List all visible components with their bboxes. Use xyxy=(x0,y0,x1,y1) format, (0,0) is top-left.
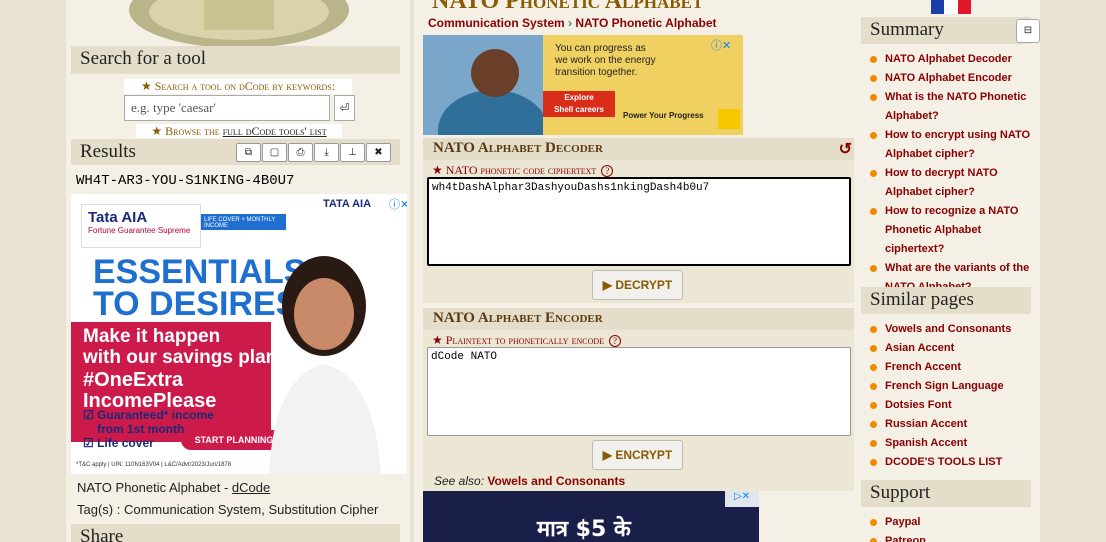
support-list: Paypal Patreon xyxy=(870,513,1038,542)
download-icon[interactable]: ⤓ xyxy=(314,143,339,162)
support-item-patreon[interactable]: Patreon xyxy=(870,532,1038,542)
search-keywords-label: ★ Search a tool on dCode by keywords: xyxy=(124,79,352,94)
search-submit-button[interactable]: ⏎ xyxy=(334,95,355,121)
right-sidebar: Summary ⊟ NATO Alphabet Decoder NATO Alp… xyxy=(858,0,1040,542)
advertisement-tata-aia[interactable]: Tata AIA Fortune Guarantee Supreme LIFE … xyxy=(71,194,407,474)
advertisement-bottom[interactable]: मात्र $5 के ▷✕ xyxy=(423,491,759,542)
main-content: NATO Phonetic Alphabet Communication Sys… xyxy=(414,0,858,542)
ad-hashtag: #OneExtra xyxy=(83,369,184,391)
see-also-link[interactable]: Vowels and Consonants xyxy=(487,474,625,488)
credit-line: NATO Phonetic Alphabet - dCode xyxy=(77,480,271,495)
tags-line: Tag(s) : Communication System, Substitut… xyxy=(77,502,379,517)
ad-fineprint: *T&C apply | UIN: 110N163V04 | L&C/Advt/… xyxy=(76,462,232,468)
summary-item[interactable]: What is the NATO Phonetic Alphabet? xyxy=(870,88,1038,126)
similar-item[interactable]: French Accent xyxy=(870,358,1038,377)
similar-item[interactable]: Vowels and Consonants xyxy=(870,320,1038,339)
decoder-heading: NATO Alphabet Decoder ↺ xyxy=(423,138,854,160)
similar-pages-list: Vowels and Consonants Asian Accent Frenc… xyxy=(870,320,1038,472)
ad-woman-image xyxy=(269,256,381,474)
browse-tools-link[interactable]: ★ Browse the full dCode tools' list xyxy=(136,124,342,138)
ad-bottom-text: मात्र $5 के xyxy=(537,517,631,542)
save-icon[interactable]: ▢ xyxy=(262,143,287,162)
summary-item[interactable]: How to decrypt NATO Alphabet cipher? xyxy=(870,164,1038,202)
similar-item[interactable]: DCODE'S TOOLS LIST xyxy=(870,453,1038,472)
plaintext-input[interactable]: dCode NATO xyxy=(427,347,851,436)
summary-item[interactable]: How to recognize a NATO Phonetic Alphabe… xyxy=(870,202,1038,259)
collapse-icon[interactable]: ⊟ xyxy=(1016,19,1040,43)
ad-logo: TATA AIA xyxy=(323,198,372,210)
help-icon[interactable]: ? xyxy=(601,165,614,177)
summary-list: NATO Alphabet Decoder NATO Alphabet Enco… xyxy=(870,50,1038,297)
breadcrumb-communication-system[interactable]: Communication System xyxy=(428,16,565,30)
ad-pill: LIFE COVER + MONTHLY INCOME xyxy=(201,214,286,230)
encrypt-button[interactable]: ▶ ENCRYPT xyxy=(592,440,683,470)
similar-item[interactable]: Russian Accent xyxy=(870,415,1038,434)
left-sidebar: Search for a tool ★ Search a tool on dCo… xyxy=(66,0,410,542)
advertisement-shell[interactable]: You can progress as we work on the energ… xyxy=(423,35,743,135)
summary-item[interactable]: NATO Alphabet Encoder xyxy=(870,69,1038,88)
ad-close-icon[interactable]: ⓘ✕ xyxy=(389,196,407,212)
ad-shell-footer: Power Your Progress xyxy=(623,111,704,120)
similar-item[interactable]: Spanish Accent xyxy=(870,434,1038,453)
summary-item[interactable]: NATO Alphabet Decoder xyxy=(870,50,1038,69)
see-also: See also: Vowels and Consonants xyxy=(434,474,626,488)
ad-shell-text-3: transition together. xyxy=(555,67,638,78)
dcode-banner-image xyxy=(114,0,364,46)
summary-item[interactable]: How to encrypt using NATO Alphabet ciphe… xyxy=(870,126,1038,164)
search-input[interactable]: e.g. type 'caesar' xyxy=(124,95,330,121)
ad-benefit-1: Guaranteed* income xyxy=(97,408,214,422)
summary-heading: Summary xyxy=(861,17,1031,44)
ad-close-icon[interactable]: ⓘ✕ xyxy=(711,37,731,53)
similar-item[interactable]: Asian Accent xyxy=(870,339,1038,358)
ad-shell-cta[interactable]: Explore Shell careers xyxy=(543,91,615,117)
close-icon[interactable]: ✖ xyxy=(366,143,391,162)
ad-sub: Fortune Guarantee Supreme xyxy=(88,226,191,235)
page-title: NATO Phonetic Alphabet xyxy=(432,0,704,14)
similar-pages-heading: Similar pages xyxy=(861,287,1031,314)
pin-icon[interactable]: ⊥ xyxy=(340,143,365,162)
ad-close-icon[interactable]: ▷✕ xyxy=(725,491,759,507)
ad-brand: Tata AIA xyxy=(88,209,148,226)
print-icon[interactable]: ⎙ xyxy=(288,143,313,162)
support-item-paypal[interactable]: Paypal xyxy=(870,513,1038,532)
ad-benefit-2: Life cover xyxy=(97,436,154,450)
dcode-link[interactable]: dCode xyxy=(232,480,270,495)
support-heading: Support xyxy=(861,480,1031,507)
ciphertext-input[interactable]: wh4tDashAlphar3DashyouDashs1nkingDash4b0… xyxy=(427,177,851,266)
reset-icon[interactable]: ↺ xyxy=(839,139,852,159)
decrypt-button[interactable]: ▶ DECRYPT xyxy=(592,270,683,300)
encoder-field-label: ★ Plaintext to phonetically encode ? xyxy=(432,333,622,348)
similar-item[interactable]: French Sign Language xyxy=(870,377,1038,396)
similar-item[interactable]: Dotsies Font xyxy=(870,396,1038,415)
decoder-field-label: ★ NATO phonetic code ciphertext ? xyxy=(432,163,614,178)
ad-shell-text-2: we work on the energy xyxy=(555,55,656,66)
copy-icon[interactable]: ⧉ xyxy=(236,143,261,162)
breadcrumb-nato[interactable]: NATO Phonetic Alphabet xyxy=(575,16,716,30)
results-toolbar: ⧉ ▢ ⎙ ⤓ ⊥ ✖ xyxy=(236,143,391,162)
result-value: WH4T-AR3-YOU-S1NKING-4B0U7 xyxy=(76,173,295,189)
search-tool-heading: Search for a tool xyxy=(71,46,400,74)
ad-shell-text-1: You can progress as xyxy=(555,43,646,54)
encoder-heading: NATO Alphabet Encoder xyxy=(423,308,854,330)
breadcrumb-separator: › xyxy=(568,16,573,30)
share-heading: Share xyxy=(71,524,400,542)
help-icon[interactable]: ? xyxy=(609,335,622,347)
breadcrumb: Communication System › NATO Phonetic Alp… xyxy=(428,16,717,30)
french-flag-icon[interactable] xyxy=(931,0,971,14)
